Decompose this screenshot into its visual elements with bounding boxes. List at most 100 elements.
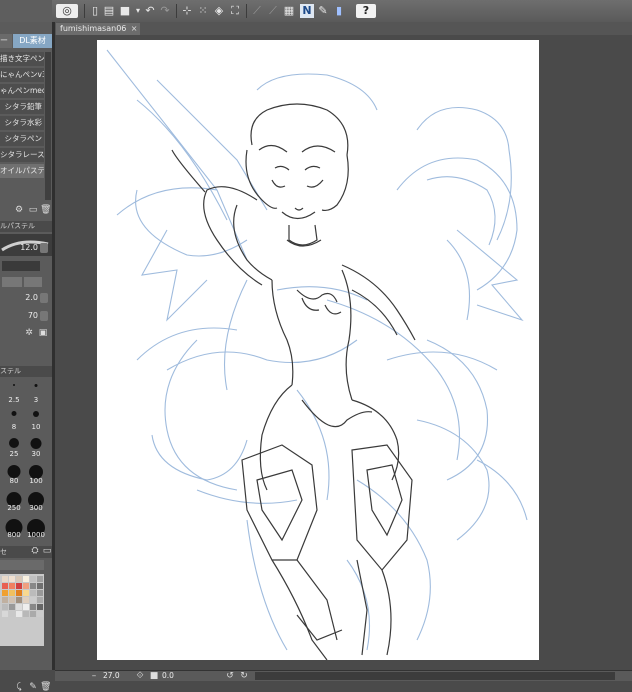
color-swatch[interactable]: [30, 597, 36, 603]
opacity-spinner[interactable]: [40, 311, 48, 321]
opacity-value[interactable]: 70: [28, 310, 38, 322]
brush-size-option[interactable]: 8: [4, 407, 24, 431]
brush-size-spinner[interactable]: [40, 243, 48, 253]
color-swatch[interactable]: [37, 604, 43, 610]
undo-icon[interactable]: ↶: [143, 4, 157, 18]
save-icon[interactable]: ■: [118, 4, 132, 18]
palette-copy-icon[interactable]: ▭: [42, 546, 52, 556]
color-swatch[interactable]: [30, 590, 36, 596]
color-swatch[interactable]: [30, 604, 36, 610]
density-spinner[interactable]: [40, 293, 48, 303]
fill-icon[interactable]: ◈: [212, 4, 226, 18]
redo-icon[interactable]: ↷: [158, 4, 172, 18]
options-icon[interactable]: ▣: [38, 328, 48, 338]
color-swatch[interactable]: [30, 583, 36, 589]
help-button[interactable]: ?: [356, 4, 376, 18]
layer-icon[interactable]: ▮: [332, 4, 346, 18]
brush-size-option[interactable]: 25: [4, 434, 24, 458]
brush-icon[interactable]: ✎: [28, 682, 38, 692]
color-swatch[interactable]: [23, 604, 29, 610]
new-file-icon[interactable]: ▯: [88, 4, 102, 18]
brush-item[interactable]: にゃんペンv3: [0, 68, 44, 82]
color-swatch[interactable]: [2, 590, 8, 596]
copy-icon[interactable]: ▭: [28, 205, 38, 215]
brush-size-option[interactable]: 300: [26, 488, 46, 512]
transform-icon[interactable]: ⊹: [180, 4, 194, 18]
color-swatch[interactable]: [2, 597, 8, 603]
color-swatch[interactable]: [16, 611, 22, 617]
brush-size-option[interactable]: 10: [26, 407, 46, 431]
palette-icon[interactable]: ⛭: [30, 546, 40, 556]
grid-icon[interactable]: ▦: [282, 4, 296, 18]
brush-size-option[interactable]: 1000: [26, 515, 46, 539]
color-swatch[interactable]: [23, 576, 29, 582]
color-swatch[interactable]: [30, 576, 36, 582]
color-swatch[interactable]: [16, 604, 22, 610]
trash-icon[interactable]: 🗑: [40, 205, 51, 215]
document-tab[interactable]: fumishimasan06 ×: [56, 23, 141, 35]
trash-icon[interactable]: 🗑: [40, 682, 51, 692]
crop-icon[interactable]: ⛶: [228, 4, 242, 18]
color-swatch[interactable]: [9, 611, 15, 617]
color-swatch[interactable]: [9, 590, 15, 596]
color-swatch[interactable]: [30, 611, 36, 617]
wrench-icon[interactable]: ✲: [24, 328, 34, 338]
ruler-alt-icon[interactable]: ⟋: [266, 4, 280, 18]
brush-item[interactable]: ゃんペンmeow: [0, 84, 44, 98]
tab-dl-materials[interactable]: DL素材: [13, 34, 52, 48]
color-swatch[interactable]: [16, 590, 22, 596]
canvas-paper[interactable]: [97, 40, 539, 660]
color-swatch[interactable]: [9, 597, 15, 603]
brush-item[interactable]: シタラレース: [0, 148, 44, 162]
texture-button[interactable]: [2, 277, 22, 287]
tab-color[interactable]: ー: [0, 34, 12, 48]
brush-size-option[interactable]: 3: [26, 380, 46, 404]
color-swatch[interactable]: [2, 604, 8, 610]
brush-size-option[interactable]: 2.5: [4, 380, 24, 404]
eyedropper-icon[interactable]: ⤹: [14, 682, 24, 692]
color-swatch[interactable]: [37, 590, 43, 596]
brush-item[interactable]: 描き文字ペン: [0, 52, 44, 66]
canvas-area[interactable]: [55, 35, 632, 670]
brush-item[interactable]: シタラ水彩: [0, 116, 44, 130]
color-swatch[interactable]: [23, 611, 29, 617]
brush-size-option[interactable]: 250: [4, 488, 24, 512]
brush-size-option[interactable]: 80: [4, 461, 24, 485]
color-swatch[interactable]: [2, 583, 8, 589]
density-value[interactable]: 2.0: [25, 292, 38, 304]
brush-size-value[interactable]: 12.0: [20, 242, 38, 254]
horizontal-scrollbar[interactable]: [255, 672, 615, 680]
color-swatch[interactable]: [37, 583, 43, 589]
color-set-select[interactable]: [0, 560, 44, 570]
brush-size-option[interactable]: 800: [4, 515, 24, 539]
color-swatch[interactable]: [23, 583, 29, 589]
color-swatch[interactable]: [9, 583, 15, 589]
color-swatch[interactable]: [2, 576, 8, 582]
color-swatch[interactable]: [9, 604, 15, 610]
brush-size-option[interactable]: 100: [26, 461, 46, 485]
color-swatch[interactable]: [23, 590, 29, 596]
brush-list-scrollbar[interactable]: [45, 52, 51, 200]
brush-item-active[interactable]: オイルパステル: [0, 164, 44, 178]
texture-button-alt[interactable]: [24, 277, 42, 287]
clip-studio-icon[interactable]: ◎: [56, 4, 78, 18]
close-tab-icon[interactable]: ×: [131, 23, 138, 35]
color-swatch[interactable]: [16, 576, 22, 582]
color-swatch[interactable]: [16, 583, 22, 589]
select-icon[interactable]: ⁙: [196, 4, 210, 18]
color-swatch[interactable]: [16, 597, 22, 603]
ruler-icon[interactable]: ⟋: [250, 4, 264, 18]
pen-tool-icon[interactable]: ✎: [316, 4, 330, 18]
open-file-icon[interactable]: ▤: [102, 4, 116, 18]
color-swatch[interactable]: [9, 576, 15, 582]
color-swatch[interactable]: [23, 597, 29, 603]
snap-icon[interactable]: N: [300, 4, 314, 18]
brush-item[interactable]: シタラペン: [0, 132, 44, 146]
color-swatch[interactable]: [37, 597, 43, 603]
color-swatch[interactable]: [37, 576, 43, 582]
color-swatch[interactable]: [2, 611, 8, 617]
settings-icon[interactable]: ⚙: [14, 205, 24, 215]
blend-mode-select[interactable]: [2, 261, 40, 271]
brush-size-option[interactable]: 30: [26, 434, 46, 458]
brush-item[interactable]: シタラ鉛筆: [0, 100, 44, 114]
